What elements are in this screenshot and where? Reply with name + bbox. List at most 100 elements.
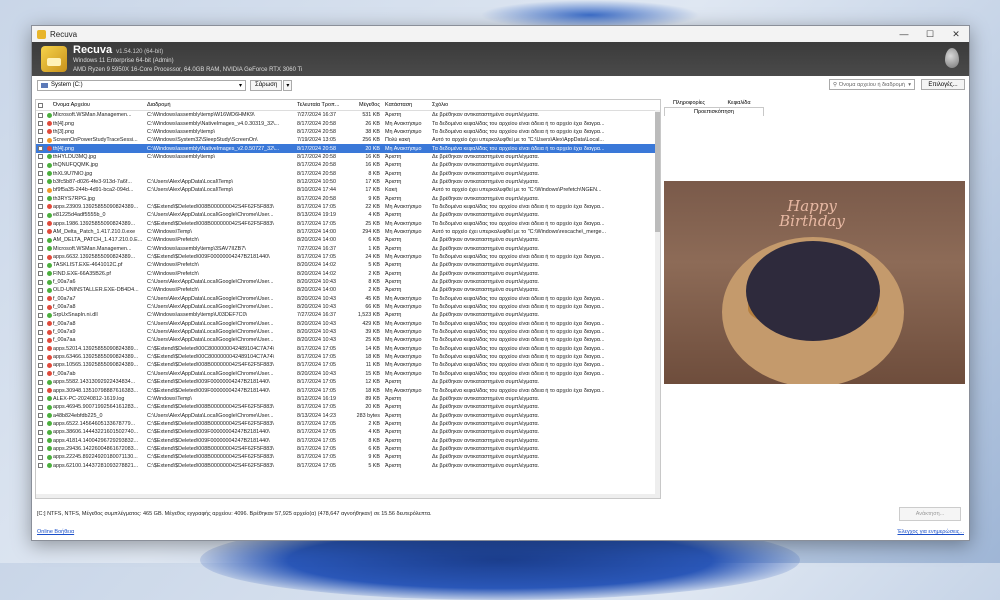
row-checkbox[interactable] (36, 187, 45, 193)
select-all-checkbox[interactable] (36, 102, 45, 108)
scan-button[interactable]: Σάρωση (250, 79, 283, 91)
row-checkbox[interactable] (36, 137, 45, 143)
col-header-path[interactable]: Διαδρομή (147, 102, 297, 108)
tab-info[interactable]: Πληροφορίες (664, 100, 714, 106)
row-checkbox[interactable] (36, 438, 45, 444)
col-header-state[interactable]: Κατάσταση (383, 102, 432, 108)
row-checkbox[interactable] (36, 371, 45, 377)
online-help-link[interactable]: Online Βοήθεια (37, 529, 74, 535)
table-row[interactable]: apps.23909.13925855090824389... C:\$Exten… (36, 203, 660, 211)
row-checkbox[interactable] (36, 379, 45, 385)
row-checkbox[interactable] (36, 237, 45, 243)
row-checkbox[interactable] (36, 179, 45, 185)
table-row[interactable]: thHYLDU3MQ.jpg C:\Windows\assembly\temp\ 8… (36, 153, 660, 161)
row-checkbox[interactable] (36, 312, 45, 318)
row-checkbox[interactable] (36, 421, 45, 427)
table-row[interactable]: ScreenOnPowerStudyTraceSessi... C:\Window… (36, 136, 660, 144)
row-checkbox[interactable] (36, 121, 45, 127)
close-button[interactable]: ✕ (943, 29, 969, 40)
drive-select[interactable]: System (C:) ▾ (37, 79, 246, 91)
table-row[interactable]: f_00a7a7 C:\Users\Alex\AppData\Local\Goog… (36, 295, 660, 303)
table-row[interactable]: apps.6522.14564605133678779... C:\$Extend… (36, 420, 660, 428)
row-checkbox[interactable] (36, 396, 45, 402)
row-checkbox[interactable] (36, 346, 45, 352)
minimize-button[interactable]: — (891, 29, 917, 39)
row-checkbox[interactable] (36, 362, 45, 368)
row-checkbox[interactable] (36, 429, 45, 435)
scan-dropdown-button[interactable]: ▾ (283, 79, 293, 91)
col-header-name[interactable]: Όνομα Αρχείου (53, 102, 147, 108)
table-row[interactable]: f_00a7aa C:\Users\Alex\AppData\Local\Goog… (36, 336, 660, 344)
tab-preview[interactable]: Προεπισκόπηση (664, 107, 764, 116)
table-row[interactable]: bf9f5a35-244b-4d91-bca2-094d... C:\Users\… (36, 186, 660, 194)
table-row[interactable]: f_00a7a8 C:\Users\Alex\AppData\Local\Goog… (36, 320, 660, 328)
table-row[interactable]: th[3].png C:\Windows\assembly\temp\ 8/17/2… (36, 128, 660, 136)
row-checkbox[interactable] (36, 413, 45, 419)
row-checkbox[interactable] (36, 404, 45, 410)
file-list[interactable]: Όνομα Αρχείου Διαδρομή Τελευταία Τροπ...… (35, 99, 661, 499)
table-row[interactable]: apps.22245.89224920180071130... C:\$Exten… (36, 453, 660, 461)
table-row[interactable]: FIND.EXE-66A35B26.pf C:\Windows\Prefetch\… (36, 270, 660, 278)
row-checkbox[interactable] (36, 146, 45, 152)
row-checkbox[interactable] (36, 354, 45, 360)
table-row[interactable]: f_00a7ab C:\Users\Alex\AppData\Local\Goog… (36, 370, 660, 378)
row-checkbox[interactable] (36, 254, 45, 260)
row-checkbox[interactable] (36, 463, 45, 469)
table-row[interactable]: thQNUFQQMK.jpg 8/17/2024 20:58 16 KB Άριστη… (36, 161, 660, 169)
tab-header[interactable]: Κεφαλίδα (714, 100, 764, 106)
table-row[interactable]: apps.29436.14226004861672083... C:\$Exten… (36, 445, 660, 453)
row-checkbox[interactable] (36, 271, 45, 277)
row-checkbox[interactable] (36, 454, 45, 460)
table-row[interactable]: apps.10565.13925855090824389... C:\$Exten… (36, 361, 660, 369)
table-row[interactable]: th[4].png C:\Windows\assembly\NativeImage… (36, 119, 660, 127)
row-checkbox[interactable] (36, 287, 45, 293)
table-row[interactable]: Microsoft.WSMan.Managemen... C:\Windows\a… (36, 111, 660, 119)
table-row[interactable]: Microsoft.WSMan.Managemen... C:\Windows\a… (36, 245, 660, 253)
table-row[interactable]: thXL9U7NIO.jpg 8/17/2024 20:58 8 KB Άριστη Δ… (36, 169, 660, 177)
row-checkbox[interactable] (36, 246, 45, 252)
row-checkbox[interactable] (36, 279, 45, 285)
row-checkbox[interactable] (36, 196, 45, 202)
col-header-size[interactable]: Μέγεθος (345, 102, 383, 108)
table-row[interactable]: AM_DELTA_PATCH_1.417.210.0.E... C:\Window… (36, 236, 660, 244)
table-row[interactable]: AM_Delta_Patch_1.417.210.0.exe C:\Windows… (36, 228, 660, 236)
table-row[interactable]: apps.38606.14443221601502740... C:\$Exten… (36, 428, 660, 436)
table-row[interactable]: apps.46945.90071992564161283... C:\$Exten… (36, 403, 660, 411)
table-row[interactable]: apps.1986.13925855090824389... C:\$Extend… (36, 219, 660, 227)
table-row[interactable]: b3fc5b87-d026-4fe3-913d-7a6f... C:\Users\… (36, 178, 660, 186)
horizontal-scrollbar[interactable] (36, 494, 657, 498)
table-row[interactable]: TASKLIST.EXE-4641012C.pf C:\Windows\Prefe… (36, 261, 660, 269)
row-checkbox[interactable] (36, 112, 45, 118)
col-header-modified[interactable]: Τελευταία Τροπ... (297, 102, 345, 108)
row-checkbox[interactable] (36, 221, 45, 227)
row-checkbox[interactable] (36, 162, 45, 168)
table-row[interactable]: a48b824ebfdb225_0 C:\Users\Alex\AppData\L… (36, 411, 660, 419)
row-checkbox[interactable] (36, 171, 45, 177)
row-checkbox[interactable] (36, 154, 45, 160)
col-header-comment[interactable]: Σχόλιο (432, 102, 660, 108)
row-checkbox[interactable] (36, 321, 45, 327)
table-row[interactable]: apps.63466.13925855090824389... C:\$Exten… (36, 353, 660, 361)
table-row[interactable]: f_00a7a6 C:\Users\Alex\AppData\Local\Goog… (36, 278, 660, 286)
table-row[interactable]: apps.62100.14437281093278821... C:\$Exten… (36, 461, 660, 469)
check-updates-link[interactable]: Έλεγχος για ενημερώσεις... (897, 529, 964, 535)
maximize-button[interactable]: ☐ (917, 29, 943, 40)
table-row[interactable]: f_00a7a9 C:\Users\Alex\AppData\Local\Goog… (36, 328, 660, 336)
row-checkbox[interactable] (36, 304, 45, 310)
table-row[interactable]: e81225d4adf5555b_0 C:\Users\Alex\AppData\… (36, 211, 660, 219)
row-checkbox[interactable] (36, 388, 45, 394)
search-input[interactable]: ⚲ Όνομα αρχείου ή διαδρομή ▾ (829, 79, 915, 90)
row-checkbox[interactable] (36, 212, 45, 218)
table-row[interactable]: apps.30948.13510798887616383... C:\$Exten… (36, 386, 660, 394)
table-row[interactable]: f_00a7a8 C:\Users\Alex\AppData\Local\Goog… (36, 303, 660, 311)
row-checkbox[interactable] (36, 129, 45, 135)
recover-button[interactable]: Ανάκτηση... (899, 507, 961, 521)
table-row[interactable]: SrpUxSnapIn.ni.dll C:\Windows\assembly\te… (36, 311, 660, 319)
row-checkbox[interactable] (36, 296, 45, 302)
table-row[interactable]: apps.52014.13925855090824389... C:\$Exten… (36, 345, 660, 353)
table-row[interactable]: ALEX-PC-20240812-1619.log C:\Windows\Temp… (36, 395, 660, 403)
row-checkbox[interactable] (36, 204, 45, 210)
table-row[interactable]: apps.6632.13925855090824389... C:\$Extend… (36, 253, 660, 261)
table-row[interactable]: apps.5582.14313092922434834... C:\$Extend… (36, 378, 660, 386)
table-row[interactable]: th[4].png C:\Windows\assembly\NativeImage… (36, 144, 660, 153)
